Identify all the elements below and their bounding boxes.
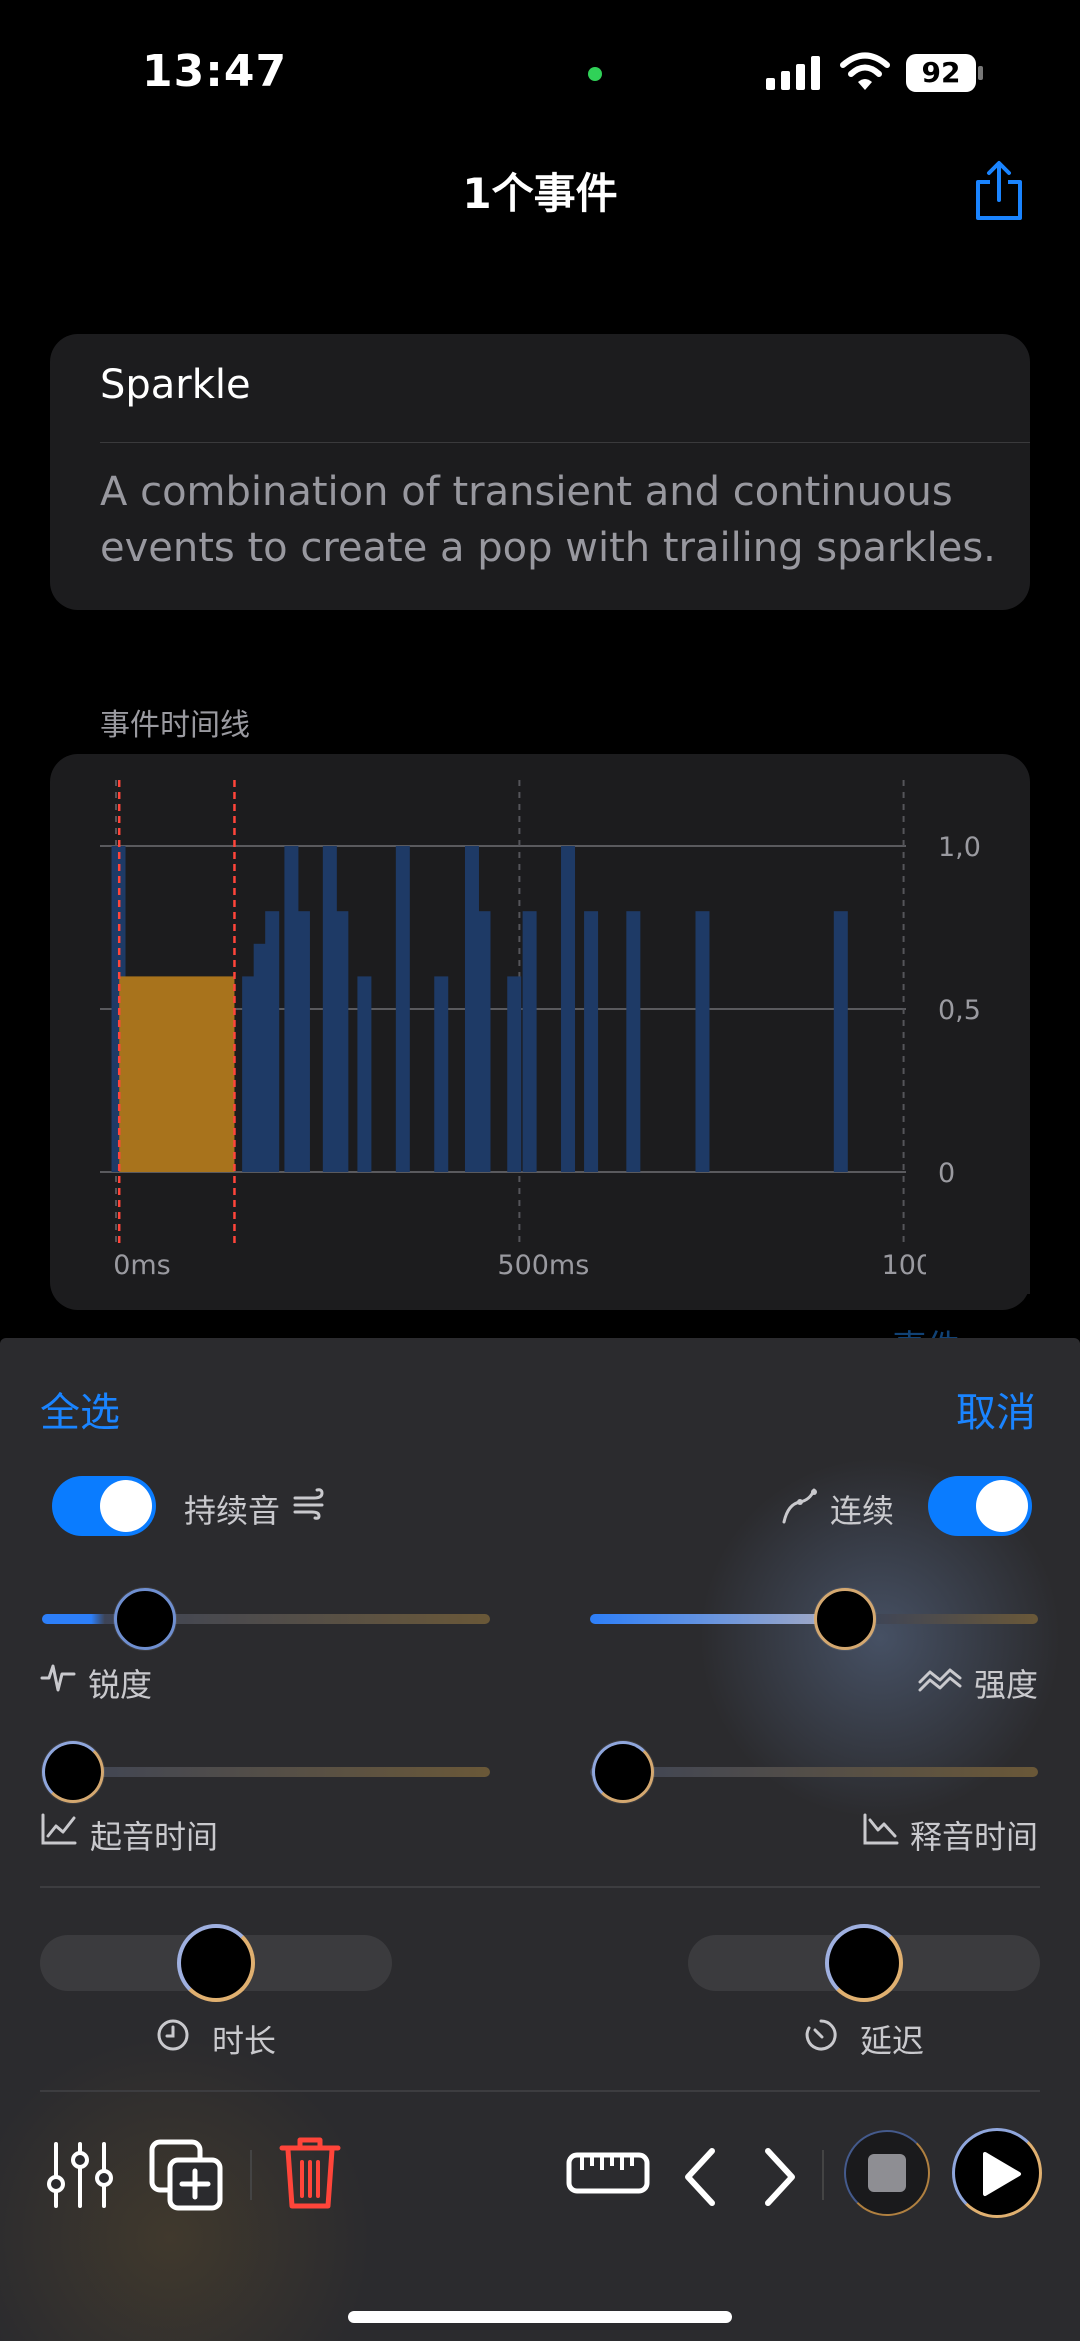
y-tick-label: 0: [938, 1158, 955, 1189]
attack-icon: [41, 1813, 77, 1845]
chart-edge-mask: [926, 1244, 1030, 1294]
attack-label: 起音时间: [90, 1818, 219, 1856]
section-divider: [40, 2090, 1040, 2092]
status-time: 13:47: [142, 46, 288, 97]
next-icon[interactable]: [760, 2146, 800, 2208]
duration-label: 时长: [212, 2022, 277, 2060]
transient-event-bar: [833, 911, 848, 1172]
sharpness-label: 锐度: [88, 1666, 153, 1704]
sharpness-slider-track[interactable]: [42, 1614, 490, 1624]
transient-event-bar: [476, 911, 491, 1172]
release-slider-track[interactable]: [590, 1767, 1038, 1777]
transient-event-bar: [395, 846, 410, 1172]
transient-event-bar: [522, 911, 537, 1172]
timer-icon: [805, 2019, 837, 2051]
cancel-button[interactable]: 取消: [956, 1380, 1036, 1438]
stop-icon: [868, 2154, 906, 2192]
cellular-signal-icon: [766, 56, 820, 90]
timeline-header: 事件时间线: [100, 708, 250, 743]
adjust-sliders-icon[interactable]: [44, 2140, 116, 2210]
attack-slider-track[interactable]: [42, 1767, 490, 1777]
continuous-sound-label: 持续音: [184, 1492, 281, 1530]
transient-event-bar: [265, 911, 280, 1172]
transient-event-bar: [695, 911, 710, 1172]
toolbar-separator: [250, 2150, 252, 2200]
home-indicator: [348, 2311, 732, 2323]
intensity-icon: [918, 1668, 962, 1692]
duration-knob[interactable]: [177, 1924, 255, 2002]
privacy-indicator: [588, 67, 602, 81]
transient-event-bar: [507, 976, 522, 1172]
release-icon: [863, 1813, 899, 1845]
release-slider-knob[interactable]: [592, 1741, 654, 1803]
wifi-icon: [840, 52, 890, 90]
attack-slider-knob[interactable]: [42, 1741, 104, 1803]
delay-label: 延迟: [860, 2022, 925, 2060]
x-tick-label: 500ms: [497, 1250, 589, 1281]
curve-icon: [782, 1488, 817, 1524]
section-divider: [40, 1886, 1040, 1888]
transient-event-bar: [626, 911, 641, 1172]
play-icon: [983, 2152, 1021, 2196]
card-divider: [100, 442, 1030, 443]
transient-event-bar: [434, 976, 449, 1172]
y-tick-label: 1,0: [938, 832, 981, 863]
event-description[interactable]: A combination of transient and continuou…: [100, 464, 1000, 576]
stop-button[interactable]: [844, 2130, 930, 2216]
battery-indicator: 92: [906, 54, 984, 92]
trash-icon[interactable]: [278, 2134, 342, 2212]
play-button[interactable]: [952, 2128, 1042, 2218]
toolbar-separator: [822, 2150, 824, 2200]
x-tick-label: 0ms: [113, 1250, 171, 1281]
transient-event-bar: [334, 911, 349, 1172]
sharpness-slider-knob[interactable]: [113, 1588, 176, 1650]
select-all-button[interactable]: 全选: [40, 1380, 120, 1438]
sharpness-icon: [40, 1664, 76, 1692]
page-title: 1个事件: [462, 169, 618, 218]
transient-event-bar: [357, 976, 372, 1172]
battery-level: 92: [921, 56, 961, 89]
continuous-toggle[interactable]: [928, 1476, 1032, 1536]
transient-event-bar: [584, 911, 599, 1172]
continuous-label: 连续: [830, 1492, 895, 1530]
intensity-label: 强度: [974, 1666, 1039, 1704]
event-name[interactable]: Sparkle: [100, 362, 251, 408]
continuous-sound-toggle[interactable]: [52, 1476, 156, 1536]
clock-icon: [157, 2019, 189, 2051]
continuous-event-bar: [119, 976, 235, 1172]
y-tick-label: 0,5: [938, 995, 981, 1026]
release-label: 释音时间: [910, 1818, 1039, 1856]
duplicate-icon[interactable]: [148, 2138, 224, 2212]
intensity-slider-knob[interactable]: [813, 1588, 876, 1650]
share-icon[interactable]: [972, 160, 1026, 222]
wind-icon: [293, 1488, 324, 1520]
delay-knob[interactable]: [825, 1924, 903, 2002]
previous-icon[interactable]: [680, 2146, 720, 2208]
transient-event-bar: [295, 911, 310, 1172]
transient-event-bar: [561, 846, 576, 1172]
ruler-icon[interactable]: [566, 2152, 650, 2194]
timeline-chart[interactable]: 1,00,500ms500ms1000ms: [50, 754, 1030, 1310]
